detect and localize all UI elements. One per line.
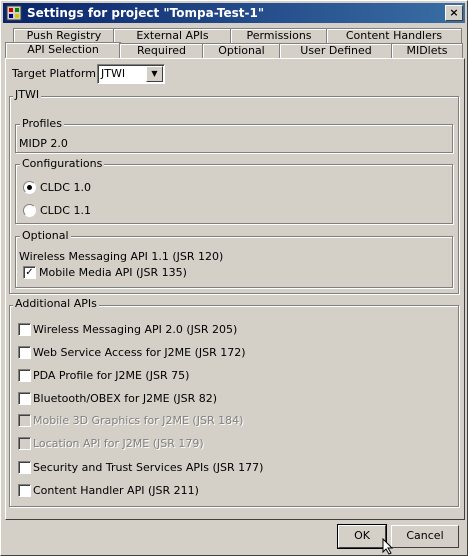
- ok-button[interactable]: OK: [337, 524, 387, 549]
- app-icon: [6, 5, 22, 21]
- additional-api-label[interactable]: PDA Profile for J2ME (JSR 75): [33, 369, 189, 382]
- tab-api-selection[interactable]: API Selection: [5, 42, 121, 59]
- tab-permissions[interactable]: Permissions: [230, 28, 328, 44]
- jtwi-legend: JTWI: [13, 88, 42, 101]
- wma-1-1-label: Wireless Messaging API 1.1 (JSR 120): [19, 250, 224, 263]
- additional-api-label[interactable]: Security and Trust Services APIs (JSR 17…: [33, 461, 263, 474]
- tab-content-handlers[interactable]: Content Handlers: [326, 28, 462, 44]
- optional-legend: Optional: [20, 229, 71, 242]
- additional-api-label[interactable]: Bluetooth/OBEX for J2ME (JSR 82): [33, 392, 217, 405]
- cldc-1-1-label[interactable]: CLDC 1.1: [40, 204, 91, 217]
- chevron-down-icon[interactable]: ▼: [146, 66, 163, 82]
- target-platform-value: JTWI: [101, 67, 126, 80]
- cldc-1-0-radio[interactable]: [23, 181, 36, 194]
- mouse-cursor-icon: [382, 538, 394, 555]
- settings-dialog: Settings for project "Tompa-Test-1" × Pu…: [0, 0, 468, 556]
- mobile-media-checkbox[interactable]: ✓: [23, 266, 36, 279]
- tab-optional[interactable]: Optional: [202, 43, 281, 59]
- additional-api-label[interactable]: Web Service Access for J2ME (JSR 172): [33, 346, 246, 359]
- additional-api-checkbox[interactable]: [18, 346, 31, 359]
- tab-midlets[interactable]: MIDlets: [391, 43, 463, 59]
- tab-required[interactable]: Required: [119, 43, 204, 59]
- additional-api-checkbox[interactable]: [18, 392, 31, 405]
- check-icon: ✓: [25, 267, 34, 278]
- target-platform-label: Target Platform: [12, 67, 96, 80]
- tab-external-apis[interactable]: External APIs: [113, 28, 232, 44]
- window-title: Settings for project "Tompa-Test-1": [27, 6, 265, 20]
- additional-api-label[interactable]: Wireless Messaging API 2.0 (JSR 205): [33, 323, 237, 336]
- additional-api-checkbox[interactable]: [18, 461, 31, 474]
- profiles-group: Profiles: [15, 117, 453, 153]
- additional-api-checkbox-disabled: [18, 437, 31, 450]
- cancel-button[interactable]: Cancel: [391, 525, 459, 548]
- additional-api-label[interactable]: Content Handler API (JSR 211): [33, 484, 199, 497]
- additional-api-checkbox[interactable]: [18, 323, 31, 336]
- additional-api-checkbox[interactable]: [18, 484, 31, 497]
- tab-user-defined[interactable]: User Defined: [279, 43, 393, 59]
- radio-selected-dot: [27, 185, 32, 190]
- close-icon: ×: [449, 6, 459, 19]
- mobile-media-label[interactable]: Mobile Media API (JSR 135): [39, 266, 187, 279]
- additional-apis-legend: Additional APIs: [13, 297, 99, 310]
- close-button[interactable]: ×: [445, 5, 463, 21]
- additional-api-checkbox-disabled: [18, 414, 31, 427]
- profile-value: MIDP 2.0: [19, 137, 68, 150]
- additional-api-label-disabled: Location API for J2ME (JSR 179): [33, 437, 204, 450]
- title-bar[interactable]: Settings for project "Tompa-Test-1" ×: [3, 3, 465, 23]
- cldc-1-1-radio[interactable]: [23, 204, 36, 217]
- cldc-1-0-label[interactable]: CLDC 1.0: [40, 181, 91, 194]
- profiles-legend: Profiles: [20, 117, 64, 130]
- additional-api-checkbox[interactable]: [18, 369, 31, 382]
- target-platform-select[interactable]: JTWI ▼: [97, 64, 165, 84]
- additional-api-label-disabled: Mobile 3D Graphics for J2ME (JSR 184): [33, 414, 244, 427]
- configurations-legend: Configurations: [20, 157, 105, 170]
